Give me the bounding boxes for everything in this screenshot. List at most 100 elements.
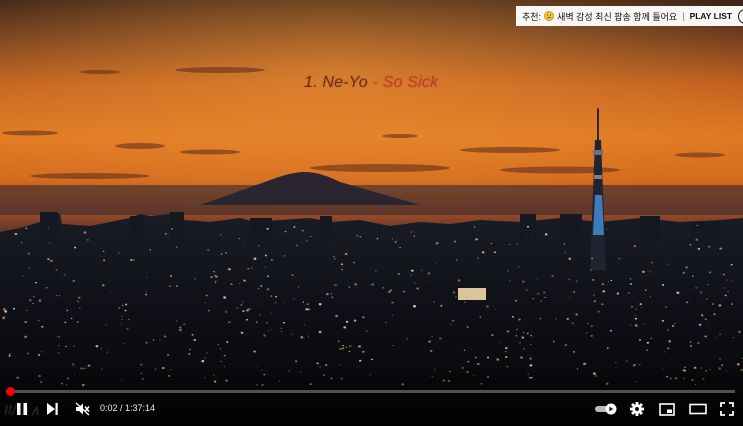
fullscreen-icon: [720, 402, 734, 416]
next-button[interactable]: [40, 396, 64, 422]
city-light: [627, 292, 630, 294]
city-light: [491, 334, 494, 336]
city-light: [270, 295, 273, 297]
city-light: [243, 279, 246, 282]
autoplay-toggle[interactable]: [592, 396, 620, 422]
city-light: [170, 275, 172, 277]
city-light: [609, 329, 612, 332]
city-light: [486, 305, 489, 308]
skip-next-icon: [47, 403, 58, 415]
city-light: [265, 266, 267, 268]
city-light: [707, 284, 709, 286]
city-light: [242, 310, 245, 312]
city-light: [159, 339, 161, 341]
city-light: [121, 319, 123, 320]
city-light: [79, 307, 81, 309]
progress-bar[interactable]: [6, 387, 735, 396]
city-light: [674, 323, 676, 324]
city-light: [696, 225, 698, 226]
city-light: [392, 314, 393, 316]
city-light: [179, 329, 182, 332]
city-light: [428, 340, 431, 343]
city-light: [346, 320, 349, 323]
city-light: [494, 251, 496, 253]
city-light: [25, 227, 28, 229]
city-light: [695, 238, 698, 241]
pause-button[interactable]: [10, 396, 34, 422]
city-light: [295, 244, 298, 247]
city-light: [257, 288, 260, 290]
theater-mode-button[interactable]: [686, 396, 710, 422]
city-light: [505, 347, 508, 349]
fullscreen-button[interactable]: [716, 396, 738, 422]
city-light: [176, 320, 178, 322]
city-light: [585, 332, 588, 334]
video-player[interactable]: 1. Ne-Yo - So Sick 추천: 새벽 감성 최신 팝송 함께 들어…: [0, 0, 743, 426]
city-light: [536, 278, 538, 280]
city-light: [339, 348, 342, 350]
city-light: [71, 317, 73, 319]
city-light: [130, 259, 133, 261]
city-light: [385, 322, 387, 323]
city-light: [701, 314, 704, 317]
city-light: [523, 332, 525, 334]
city-light: [345, 346, 348, 348]
city-light: [643, 323, 645, 325]
city-light: [259, 314, 261, 316]
city-light: [219, 348, 222, 350]
city-light: [280, 327, 282, 329]
city-light: [228, 321, 231, 324]
mute-button[interactable]: [70, 396, 94, 422]
city-light: [413, 305, 416, 308]
city-light: [391, 238, 393, 240]
city-light: [270, 329, 272, 330]
track-song: So Sick: [382, 74, 439, 91]
city-light: [58, 294, 61, 297]
time-display: 0:02 / 1:37:14: [100, 403, 156, 413]
city-light: [123, 342, 126, 344]
info-icon[interactable]: i: [738, 8, 743, 24]
city-light: [414, 282, 416, 284]
city-light: [359, 359, 362, 362]
city-light: [667, 347, 670, 350]
city-light: [662, 284, 665, 286]
city-light: [337, 340, 340, 342]
city-light: [291, 333, 293, 335]
recommend-banner[interactable]: 추천: 새벽 감성 최신 팝송 함께 들어요 | PLAY LIST i: [516, 6, 743, 26]
city-light: [205, 302, 206, 304]
city-light: [583, 362, 586, 365]
city-light: [477, 363, 480, 365]
city-light: [344, 253, 348, 255]
city-light: [590, 269, 592, 271]
city-light: [176, 285, 178, 287]
video-frame[interactable]: [0, 0, 743, 426]
city-light: [33, 296, 35, 298]
city-light: [639, 303, 642, 306]
city-light: [477, 257, 479, 259]
city-light: [724, 294, 727, 297]
city-light: [359, 236, 362, 238]
city-light: [676, 291, 680, 294]
city-light: [525, 289, 528, 291]
playlist-link[interactable]: PLAY LIST: [690, 11, 733, 21]
settings-button[interactable]: [626, 396, 648, 422]
progress-scrubber[interactable]: [6, 387, 15, 396]
city-light: [719, 358, 721, 360]
recommend-separator: |: [682, 11, 685, 21]
city-light: [520, 356, 523, 359]
city-light: [700, 291, 703, 294]
miniplayer-button[interactable]: [656, 396, 678, 422]
city-light: [215, 280, 217, 282]
city-light: [518, 318, 521, 321]
city-light: [238, 238, 240, 240]
city-light: [708, 246, 711, 248]
city-light: [529, 357, 532, 360]
city-light: [416, 287, 419, 290]
city-light: [475, 238, 478, 241]
city-light: [358, 345, 361, 348]
city-light: [132, 259, 135, 261]
city-light: [421, 269, 423, 271]
city-light: [274, 302, 277, 304]
city-light: [334, 258, 336, 260]
city-light: [516, 328, 518, 330]
